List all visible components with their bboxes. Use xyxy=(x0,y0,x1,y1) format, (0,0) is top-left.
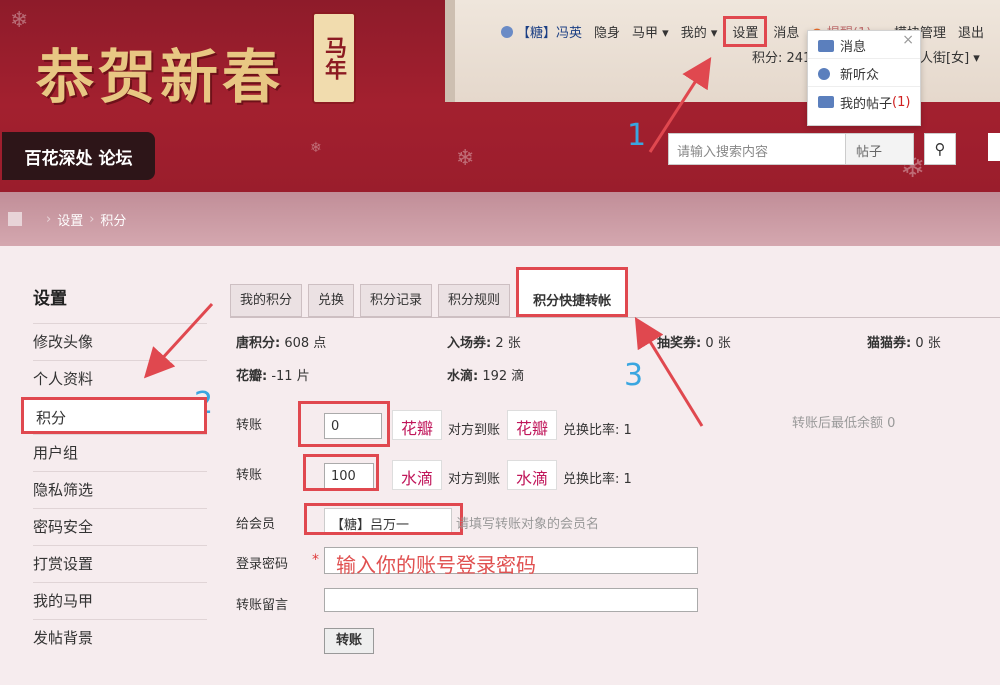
password-label: 登录密码 xyxy=(236,557,289,572)
banner-title: 恭贺新春 xyxy=(36,43,285,111)
member-label: 给会员 xyxy=(236,517,276,532)
forum-name[interactable]: 百花深处 论坛 xyxy=(2,132,155,180)
sidebar-item-tipping[interactable]: 打赏设置 xyxy=(33,545,207,582)
stat-water: 水滴: 192 滴 xyxy=(447,369,525,384)
dropdown-item-new-followers[interactable]: 新听众 xyxy=(808,61,920,87)
snowflake-icon: ❄ xyxy=(310,140,322,156)
highlight-box xyxy=(298,401,390,447)
reminder-dropdown: × 消息 新听众 我的帖子 (1) xyxy=(807,30,921,126)
search-scope-select[interactable]: 帖子 xyxy=(846,133,914,165)
sidebar-item-usergroup[interactable]: 用户组 xyxy=(33,434,207,471)
water-target-select[interactable]: 水滴 xyxy=(507,460,558,490)
tab-score-log[interactable]: 积分记录 xyxy=(360,284,433,317)
search-bar: 请输入搜索内容 帖子 ⚲ xyxy=(668,133,956,165)
sidebar-item-password[interactable]: 密码安全 xyxy=(33,508,207,545)
to-account-label: 对方到账 xyxy=(448,423,501,438)
highlight-box xyxy=(303,454,379,491)
ratio-label-2: 兑换比率: 1 xyxy=(563,472,632,487)
close-icon[interactable]: × xyxy=(902,32,914,48)
header-edge xyxy=(988,133,1000,161)
tab-divider xyxy=(230,317,1000,318)
tab-exchange[interactable]: 兑换 xyxy=(308,284,355,317)
ratio-label: 兑换比率: 1 xyxy=(563,423,632,438)
dropdown-item-my-posts[interactable]: 我的帖子 (1) xyxy=(808,89,920,115)
post-icon xyxy=(818,96,834,108)
person-icon xyxy=(818,67,830,80)
message-label: 转账留言 xyxy=(236,598,289,613)
nav-messages[interactable]: 消息 xyxy=(767,22,805,41)
stat-tang: 唐积分: 608 点 xyxy=(236,336,327,351)
annotation-number-3: 3 xyxy=(624,358,644,393)
home-icon[interactable] xyxy=(8,212,22,226)
person-icon xyxy=(501,26,513,38)
petal-target-select[interactable]: 花瓣 xyxy=(507,410,558,440)
min-balance-note: 转账后最低余额 0 xyxy=(792,416,896,431)
stat-ticket: 入场券: 2 张 xyxy=(447,336,521,351)
nav-logout[interactable]: 退出 xyxy=(952,22,990,41)
user-group-link[interactable]: 人街[女] ▾ xyxy=(920,47,980,66)
sidebar-item-post-background[interactable]: 发帖背景 xyxy=(33,619,207,656)
search-button[interactable]: ⚲ xyxy=(924,133,956,165)
sidebar-item-vest[interactable]: 我的马甲 xyxy=(33,582,207,619)
snowflake-icon: ❄ xyxy=(456,146,475,171)
search-icon: ⚲ xyxy=(934,140,946,158)
breadcrumb-score[interactable]: 积分 xyxy=(100,210,126,229)
password-hint: 输入你的账号登录密码 xyxy=(336,553,536,577)
required-star: * xyxy=(312,552,319,568)
nav-vest[interactable]: 马甲 ▾ xyxy=(626,22,675,41)
tab-quick-transfer[interactable]: 积分快捷转帐 xyxy=(516,267,629,317)
score-tabs: 我的积分 兑换 积分记录 积分规则 积分快捷转帐 xyxy=(230,267,629,317)
highlight-box xyxy=(304,503,463,535)
petal-currency-select[interactable]: 花瓣 xyxy=(392,410,443,440)
breadcrumb: › 设置 › 积分 xyxy=(0,192,1000,246)
sidebar-item-score[interactable]: 积分 xyxy=(21,397,207,434)
member-hint: 请填写转账对象的会员名 xyxy=(456,517,600,532)
transfer-label-2: 转账 xyxy=(236,468,263,483)
nav-settings[interactable]: 设置 xyxy=(723,16,768,47)
stat-lottery: 抽奖券: 0 张 xyxy=(657,336,731,351)
water-currency-select[interactable]: 水滴 xyxy=(392,460,443,490)
annotation-number-1: 1 xyxy=(627,118,647,153)
to-account-label-2: 对方到账 xyxy=(448,472,501,487)
stat-petal: 花瓣: -11 片 xyxy=(236,369,310,384)
sidebar-item-profile[interactable]: 个人资料 xyxy=(33,360,207,397)
user-link[interactable]: 【糖】冯英 xyxy=(495,22,588,41)
mail-icon xyxy=(818,39,834,52)
banner-seal: 马年 xyxy=(312,12,356,104)
message-input[interactable] xyxy=(324,588,698,612)
sidebar-title: 设置 xyxy=(33,289,67,309)
nav-invisible[interactable]: 隐身 xyxy=(588,22,626,41)
settings-sidebar: 设置 修改头像 个人资料 积分 用户组 隐私筛选 密码安全 打赏设置 我的马甲 … xyxy=(21,276,207,656)
breadcrumb-settings[interactable]: 设置 xyxy=(57,210,83,229)
nav-mine[interactable]: 我的 ▾ xyxy=(675,22,724,41)
tab-score-rules[interactable]: 积分规则 xyxy=(438,284,511,317)
transfer-submit-button[interactable]: 转账 xyxy=(324,628,374,654)
sidebar-item-privacy[interactable]: 隐私筛选 xyxy=(33,471,207,508)
search-input[interactable]: 请输入搜索内容 xyxy=(668,133,846,165)
transfer-label: 转账 xyxy=(236,418,263,433)
snowflake-icon: ❄ xyxy=(10,8,29,33)
tab-my-score[interactable]: 我的积分 xyxy=(230,284,303,317)
score-summary[interactable]: 积分: 241 xyxy=(752,47,811,66)
stat-cat: 猫猫券: 0 张 xyxy=(867,336,941,351)
sidebar-item-avatar[interactable]: 修改头像 xyxy=(33,323,207,360)
